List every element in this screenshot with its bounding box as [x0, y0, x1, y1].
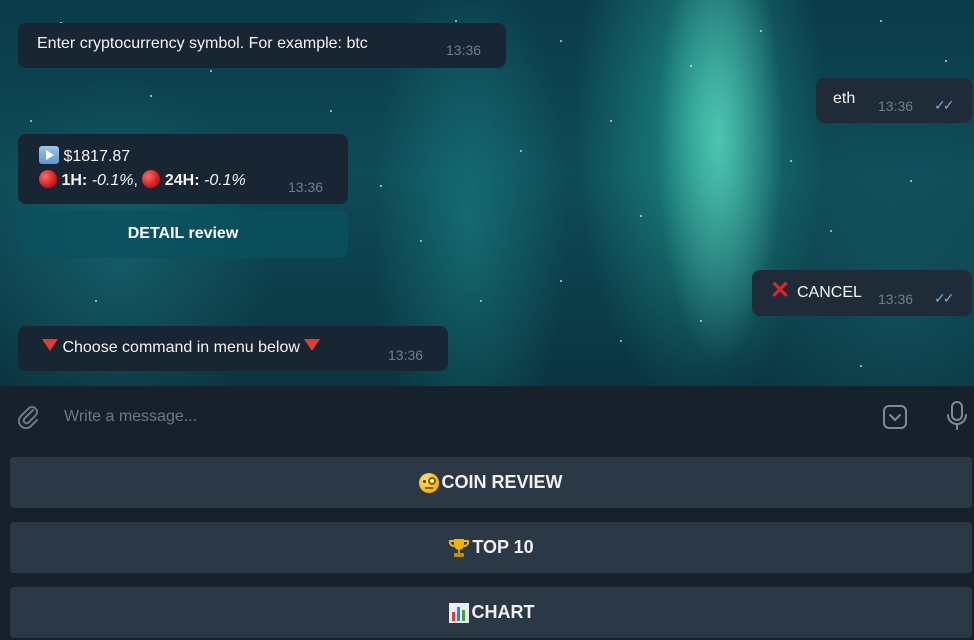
price-value: $1817.87 [63, 148, 131, 165]
change-1h-value: -0.1% [91, 172, 134, 189]
message-text: CANCEL [797, 284, 862, 301]
red-circle-icon [39, 170, 57, 188]
message-timestamp: 13:36 [878, 98, 914, 114]
separator: , [133, 172, 138, 189]
change-24h-label: 24H: [164, 172, 200, 189]
trophy-icon [448, 537, 470, 559]
incoming-message-menu-hint: Choose command in menu below 13:36 [18, 326, 448, 371]
message-timestamp: 13:36 [446, 42, 482, 58]
outgoing-message-cancel: ✕ CANCEL 13:36 ✓✓ [752, 270, 972, 316]
change-line: 1H: -0.1%, 24H: -0.1% [39, 170, 246, 190]
detail-review-button[interactable]: DETAIL review [18, 210, 348, 258]
change-1h-label: 1H: [61, 172, 88, 189]
menu-button-label: COIN REVIEW [441, 472, 563, 492]
microphone-icon[interactable] [944, 400, 970, 432]
read-checkmarks-icon: ✓✓ [934, 290, 955, 306]
monocle-face-icon [419, 472, 440, 493]
message-input[interactable] [62, 398, 846, 436]
message-text: Choose command in menu below [62, 339, 300, 356]
incoming-message-prompt: Enter cryptocurrency symbol. For example… [18, 23, 506, 68]
incoming-message-price: $1817.87 1H: -0.1%, 24H: -0.1% 13:36 [18, 134, 348, 204]
cross-mark-icon: ✕ [770, 277, 791, 304]
red-triangle-down-icon [42, 339, 58, 351]
message-text: eth [833, 90, 856, 107]
red-triangle-down-icon [304, 339, 321, 351]
menu-button-coin-review[interactable]: COIN REVIEW [10, 457, 972, 508]
message-timestamp: 13:36 [388, 347, 424, 363]
change-24h-value: -0.1% [203, 172, 246, 189]
message-timestamp: 13:36 [288, 179, 324, 195]
menu-button-chart[interactable]: CHART [10, 587, 972, 638]
menu-button-label: CHART [471, 602, 535, 622]
menu-button-top-10[interactable]: TOP 10 [10, 522, 972, 573]
menu-button-label: TOP 10 [472, 537, 534, 557]
read-checkmarks-icon: ✓✓ [934, 97, 955, 113]
bot-keyboard-toggle-icon[interactable] [882, 404, 908, 430]
message-timestamp: 13:36 [878, 291, 914, 307]
hint-line: Choose command in menu below [42, 339, 321, 357]
red-circle-icon [142, 170, 161, 188]
play-button-icon [39, 146, 59, 164]
outgoing-message-eth: eth 13:36 ✓✓ [816, 78, 972, 123]
bar-chart-icon [448, 602, 470, 624]
message-composer [0, 386, 974, 446]
attach-paperclip-icon[interactable] [14, 402, 42, 430]
price-line: $1817.87 [39, 146, 130, 166]
message-text: Enter cryptocurrency symbol. For example… [37, 35, 368, 52]
